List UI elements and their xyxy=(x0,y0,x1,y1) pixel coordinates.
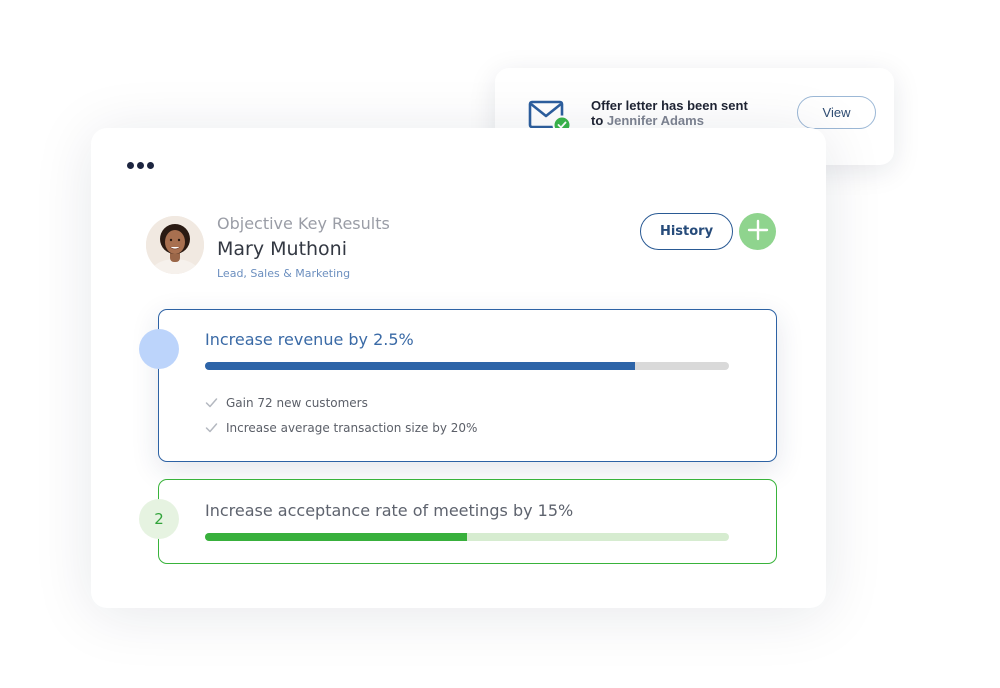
goal-progress-bar xyxy=(205,362,729,370)
notification-message: Offer letter has been sent xyxy=(591,98,748,113)
check-icon xyxy=(205,396,218,409)
more-options-icon[interactable] xyxy=(127,162,154,169)
key-result-text: Gain 72 new customers xyxy=(226,395,368,410)
goal-card[interactable]: 2 Increase acceptance rate of meetings b… xyxy=(139,479,777,564)
goal-progress-bar xyxy=(205,533,729,541)
section-label: Objective Key Results xyxy=(217,214,390,233)
goal-number-badge xyxy=(139,329,179,369)
view-button[interactable]: View xyxy=(797,96,876,129)
avatar xyxy=(146,216,204,274)
goal-title: Increase acceptance rate of meetings by … xyxy=(205,501,574,520)
history-button[interactable]: History xyxy=(640,213,733,250)
goal-number-badge: 2 xyxy=(139,499,179,539)
plus-icon xyxy=(747,219,769,244)
notification-recipient-line: to Jennifer Adams xyxy=(591,113,704,128)
goal-progress-fill xyxy=(205,362,635,370)
person-role: Lead, Sales & Marketing xyxy=(217,267,351,280)
goal-title: Increase revenue by 2.5% xyxy=(205,330,414,349)
goal-card[interactable]: Increase revenue by 2.5% Gain 72 new cus… xyxy=(139,309,777,462)
okr-card: Objective Key Results Mary Muthoni Lead,… xyxy=(91,128,826,608)
goal-progress-fill xyxy=(205,533,467,541)
key-result-text: Increase average transaction size by 20% xyxy=(226,420,478,435)
notification-to-prefix: to xyxy=(591,113,604,128)
notification-recipient: Jennifer Adams xyxy=(606,113,704,128)
add-button[interactable] xyxy=(739,213,776,250)
person-name: Mary Muthoni xyxy=(217,238,348,260)
check-icon xyxy=(205,421,218,434)
key-result-item: Gain 72 new customers xyxy=(205,390,477,415)
key-result-item: Increase average transaction size by 20% xyxy=(205,415,477,440)
key-results-list: Gain 72 new customers Increase average t… xyxy=(205,390,477,440)
